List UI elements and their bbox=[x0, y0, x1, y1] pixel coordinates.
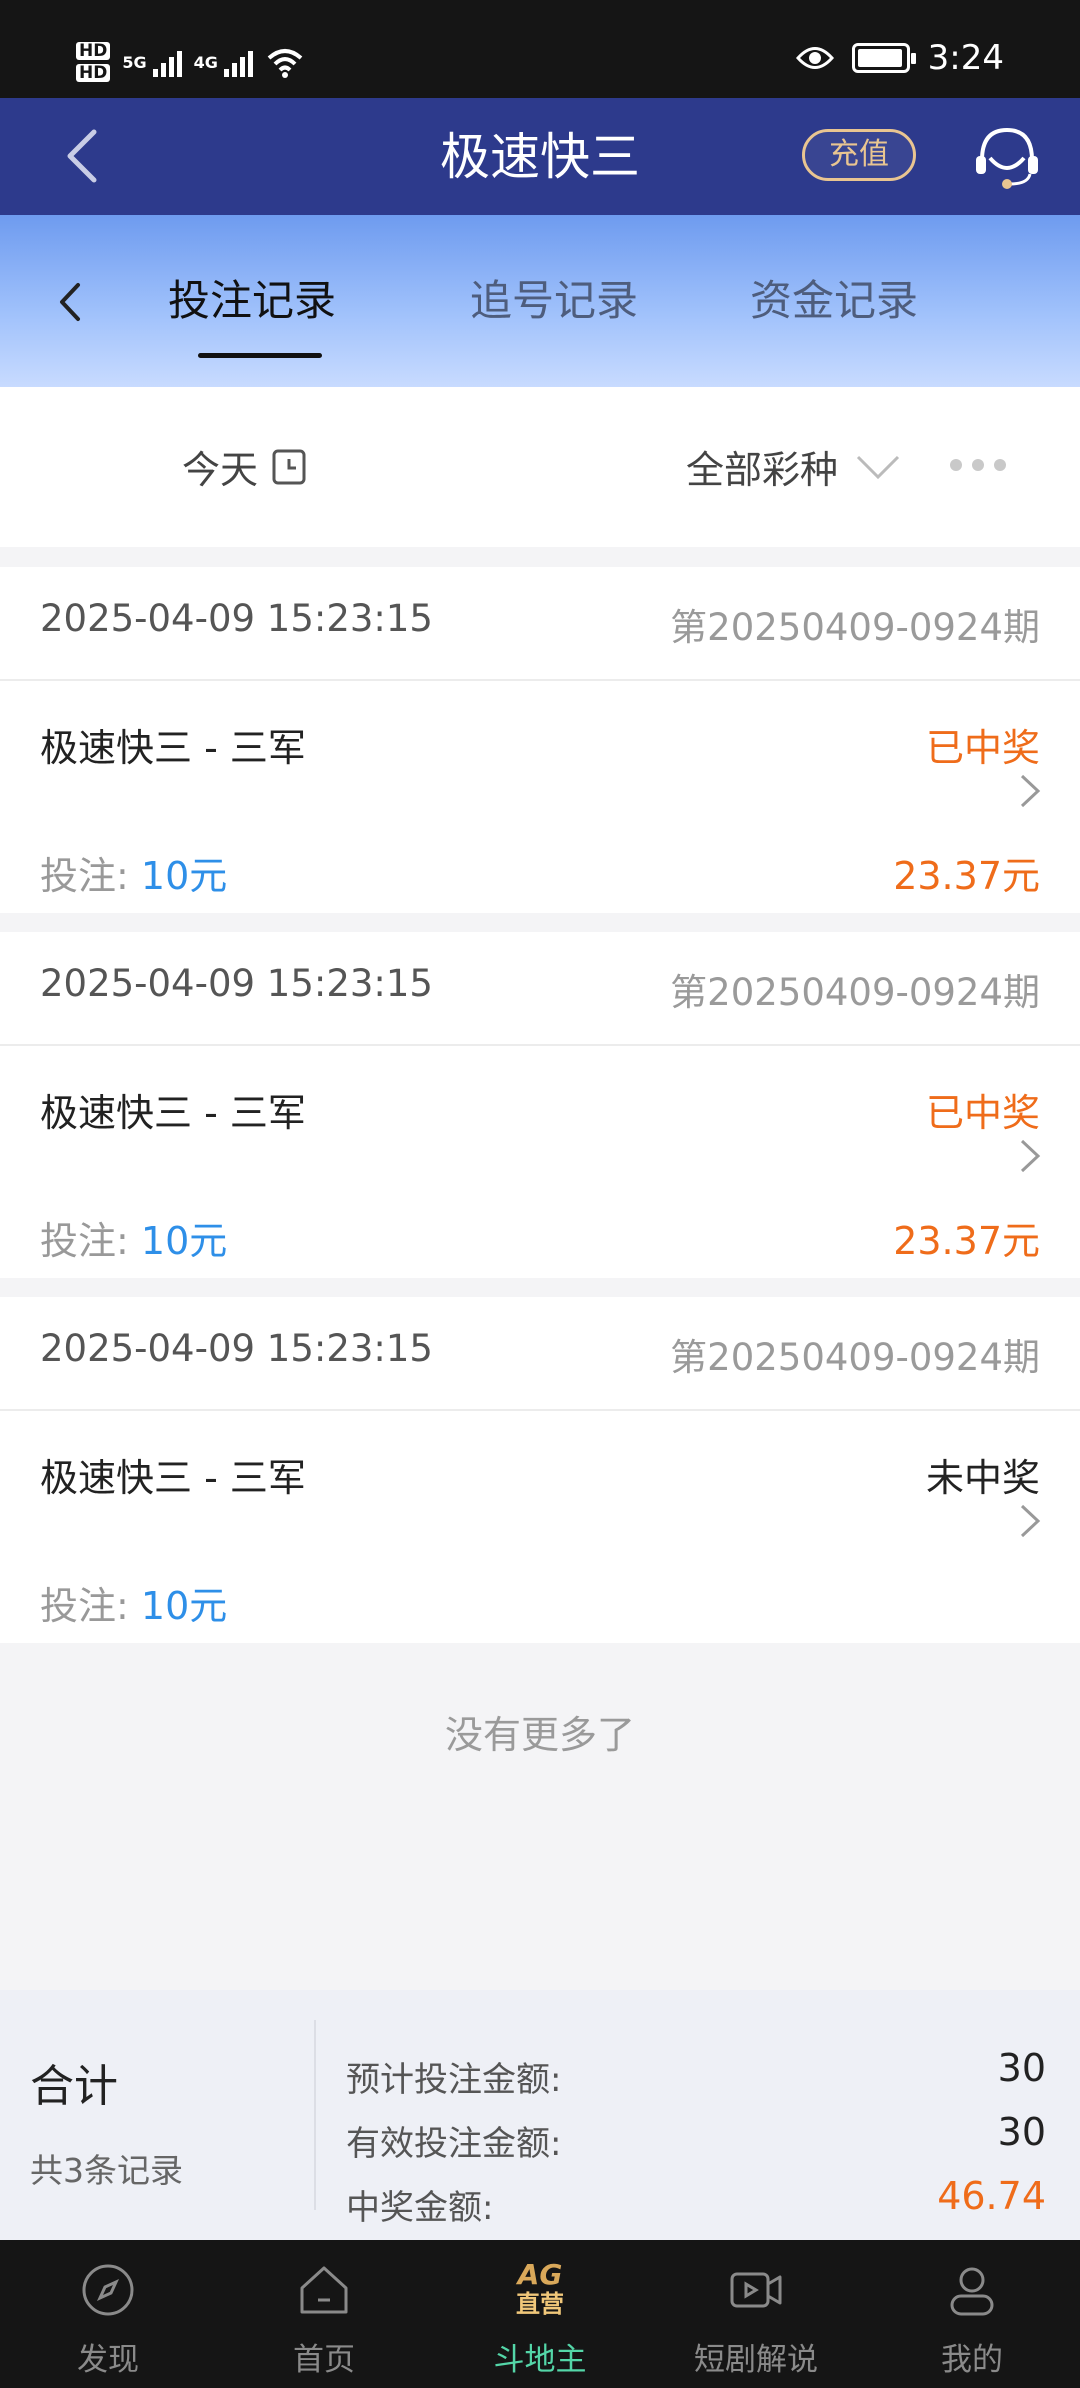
summary-row-valid: 有效投注金额: 30 bbox=[346, 2110, 1046, 2165]
chevron-right-icon[interactable] bbox=[1018, 772, 1042, 810]
nav-label: 发现 bbox=[77, 2342, 139, 2378]
record-header: 2025-04-09 15:23:15 第20250409-0924期 bbox=[0, 567, 1080, 681]
chevron-down-icon bbox=[856, 455, 900, 479]
clock: 3:24 bbox=[927, 38, 1004, 78]
hd-indicator: HD HD bbox=[76, 42, 111, 82]
wifi-icon bbox=[267, 49, 303, 78]
page-title: 极速快三 bbox=[440, 128, 640, 186]
compass-icon bbox=[82, 2264, 134, 2316]
summary-label: 中奖金额: bbox=[346, 2188, 494, 2228]
network2-label: 4G bbox=[193, 52, 218, 72]
battery-icon bbox=[851, 43, 916, 73]
tab-bet-records[interactable]: 投注记录 bbox=[168, 271, 336, 331]
bottom-nav: 发现 首页 AG 直营 斗地主 短剧解说 我的 bbox=[0, 2240, 1080, 2388]
signal2-icon bbox=[223, 47, 253, 77]
active-tab-indicator bbox=[198, 353, 322, 358]
record-datetime: 2025-04-09 15:23:15 bbox=[40, 597, 433, 640]
home-icon bbox=[300, 2266, 348, 2314]
lottery-kind-label: 全部彩种 bbox=[686, 448, 839, 492]
chevron-right-icon[interactable] bbox=[1018, 1502, 1042, 1540]
ag-logo-bottom: 直营 bbox=[516, 2290, 564, 2318]
hd1-badge: HD bbox=[76, 42, 111, 60]
profile-icon bbox=[950, 2267, 994, 2316]
record-status: 已中奖 bbox=[925, 1091, 1040, 1135]
nav-item-short-drama[interactable]: 短剧解说 bbox=[648, 2240, 864, 2388]
bet-amount: 10元 bbox=[140, 1584, 228, 1628]
summary-value: 30 bbox=[997, 2046, 1046, 2090]
nav-label: 我的 bbox=[941, 2342, 1003, 2378]
bet-label: 投注: bbox=[40, 1219, 141, 1263]
calendar-icon bbox=[272, 449, 306, 484]
chevron-right-icon[interactable] bbox=[1018, 1137, 1042, 1175]
network1-label: 5G bbox=[122, 52, 147, 72]
summary-title: 合计 bbox=[30, 2061, 118, 2112]
date-filter[interactable]: 今天 bbox=[182, 439, 306, 494]
record-datetime: 2025-04-09 15:23:15 bbox=[40, 1327, 433, 1370]
bet-label: 投注: bbox=[40, 1584, 141, 1628]
nav-label: 斗地主 bbox=[493, 2342, 587, 2378]
summary-row-expected: 预计投注金额: 30 bbox=[346, 2046, 1046, 2101]
lottery-kind-filter[interactable]: 全部彩种 bbox=[686, 439, 900, 494]
no-more-text: 没有更多了 bbox=[444, 1713, 635, 1757]
record-issue: 第20250409-0924期 bbox=[670, 971, 1040, 1014]
nav-item-mine[interactable]: 我的 bbox=[864, 2240, 1080, 2388]
nav-item-discover[interactable]: 发现 bbox=[0, 2240, 216, 2388]
nav-label: 首页 bbox=[293, 2342, 355, 2378]
record-status: 未中奖 bbox=[925, 1456, 1040, 1500]
more-icon[interactable] bbox=[950, 459, 1006, 471]
record-datetime: 2025-04-09 15:23:15 bbox=[40, 962, 433, 1005]
status-right: 3:24 bbox=[795, 38, 1004, 78]
record-bet: 投注: 10元 bbox=[40, 1575, 227, 1630]
bet-amount: 10元 bbox=[140, 854, 228, 898]
nav-item-doudizhu[interactable]: AG 直营 斗地主 bbox=[432, 2240, 648, 2388]
win-amount: 23.37元 bbox=[893, 854, 1040, 898]
record-bet: 投注: 10元 bbox=[40, 845, 227, 900]
app-header: 极速快三 充值 bbox=[0, 98, 1080, 215]
ag-logo-top: AG bbox=[517, 2258, 563, 2291]
record-header: 2025-04-09 15:23:15 第20250409-0924期 bbox=[0, 1297, 1080, 1411]
record-name: 极速快三 - 三军 bbox=[40, 726, 306, 770]
eye-icon bbox=[795, 47, 834, 69]
record-name: 极速快三 - 三军 bbox=[40, 1091, 306, 1135]
hd2-badge: HD bbox=[76, 64, 111, 82]
summary-count: 共3条记录 bbox=[30, 2151, 183, 2190]
record-header: 2025-04-09 15:23:15 第20250409-0924期 bbox=[0, 932, 1080, 1046]
tab-fund-records[interactable]: 资金记录 bbox=[750, 271, 918, 331]
signal1-icon bbox=[152, 47, 182, 77]
bet-amount: 10元 bbox=[140, 1219, 228, 1263]
recharge-button[interactable]: 充值 bbox=[802, 129, 916, 181]
win-amount: 23.37元 bbox=[893, 1219, 1040, 1263]
status-left: HD HD 5G 4G bbox=[76, 34, 305, 90]
record-name: 极速快三 - 三军 bbox=[40, 1456, 306, 1500]
record-issue: 第20250409-0924期 bbox=[670, 1336, 1040, 1379]
tab-chase-records[interactable]: 追号记录 bbox=[470, 271, 638, 331]
record-tabs: 投注记录 追号记录 资金记录 bbox=[0, 215, 1080, 387]
bet-label: 投注: bbox=[40, 854, 141, 898]
record-card[interactable]: 2025-04-09 15:23:15 第20250409-0924期 极速快三… bbox=[0, 1297, 1080, 1643]
record-bet: 投注: 10元 bbox=[40, 1210, 227, 1265]
nav-label: 短剧解说 bbox=[694, 2342, 818, 2378]
summary-value: 46.74 bbox=[937, 2174, 1046, 2218]
status-bar: HD HD 5G 4G 3:24 bbox=[0, 0, 1080, 98]
summary-row-win: 中奖金额: 46.74 bbox=[346, 2174, 1046, 2229]
record-status: 已中奖 bbox=[925, 726, 1040, 770]
ag-logo-icon: AG 直营 bbox=[504, 2260, 576, 2322]
summary-label: 预计投注金额: bbox=[346, 2060, 562, 2100]
record-card[interactable]: 2025-04-09 15:23:15 第20250409-0924期 极速快三… bbox=[0, 932, 1080, 1278]
summary-left: 合计 共3条记录 bbox=[30, 2050, 183, 2192]
record-card[interactable]: 2025-04-09 15:23:15 第20250409-0924期 极速快三… bbox=[0, 567, 1080, 913]
nav-item-home[interactable]: 首页 bbox=[216, 2240, 432, 2388]
summary-value: 30 bbox=[997, 2110, 1046, 2154]
filter-bar: 今天 全部彩种 bbox=[0, 387, 1080, 547]
record-issue: 第20250409-0924期 bbox=[670, 606, 1040, 649]
date-filter-label: 今天 bbox=[182, 448, 259, 492]
summary-label: 有效投注金额: bbox=[346, 2124, 562, 2164]
customer-service-icon[interactable] bbox=[970, 122, 1044, 192]
tabs-back-icon[interactable] bbox=[50, 277, 94, 327]
summary-divider bbox=[314, 2020, 316, 2210]
video-icon bbox=[730, 2272, 782, 2308]
summary-panel: 合计 共3条记录 预计投注金额: 30 有效投注金额: 30 中奖金额: 46.… bbox=[0, 1990, 1080, 2240]
